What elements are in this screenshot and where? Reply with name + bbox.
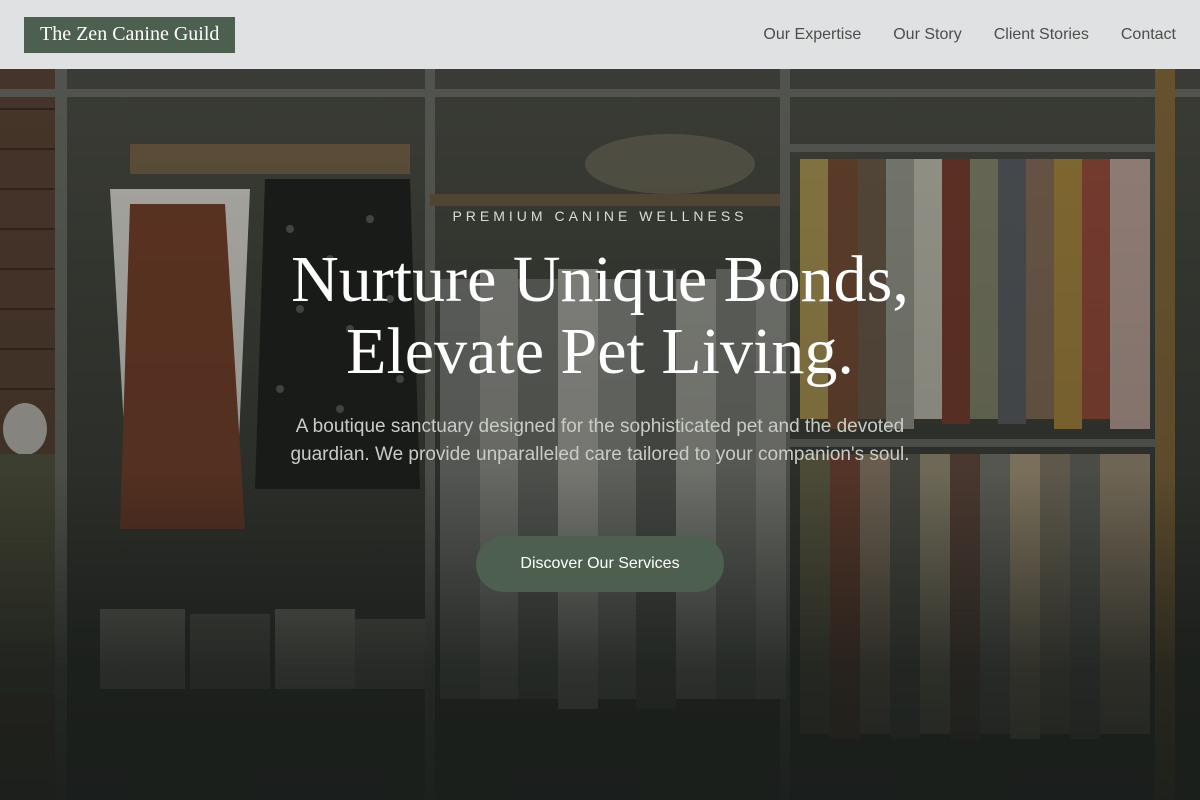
discover-services-button[interactable]: Discover Our Services [476, 536, 724, 592]
hero-headline: Nurture Unique Bonds, Elevate Pet Living… [150, 244, 1050, 388]
main-nav: Our Expertise Our Story Client Stories C… [763, 26, 1176, 44]
hero-headline-line-2: Elevate Pet Living. [346, 315, 854, 388]
nav-link-contact[interactable]: Contact [1121, 26, 1176, 44]
hero-eyebrow: PREMIUM CANINE WELLNESS [452, 208, 748, 224]
nav-link-our-expertise[interactable]: Our Expertise [763, 26, 861, 44]
hero-section: PREMIUM CANINE WELLNESS Nurture Unique B… [0, 69, 1200, 800]
hero-headline-line-1: Nurture Unique Bonds, [291, 243, 909, 316]
hero-subhead: A boutique sanctuary designed for the so… [290, 416, 910, 465]
site-logo[interactable]: The Zen Canine Guild [24, 16, 236, 53]
nav-link-client-stories[interactable]: Client Stories [994, 26, 1089, 44]
nav-link-our-story[interactable]: Our Story [893, 26, 961, 44]
site-header: The Zen Canine Guild Our Expertise Our S… [0, 0, 1200, 69]
